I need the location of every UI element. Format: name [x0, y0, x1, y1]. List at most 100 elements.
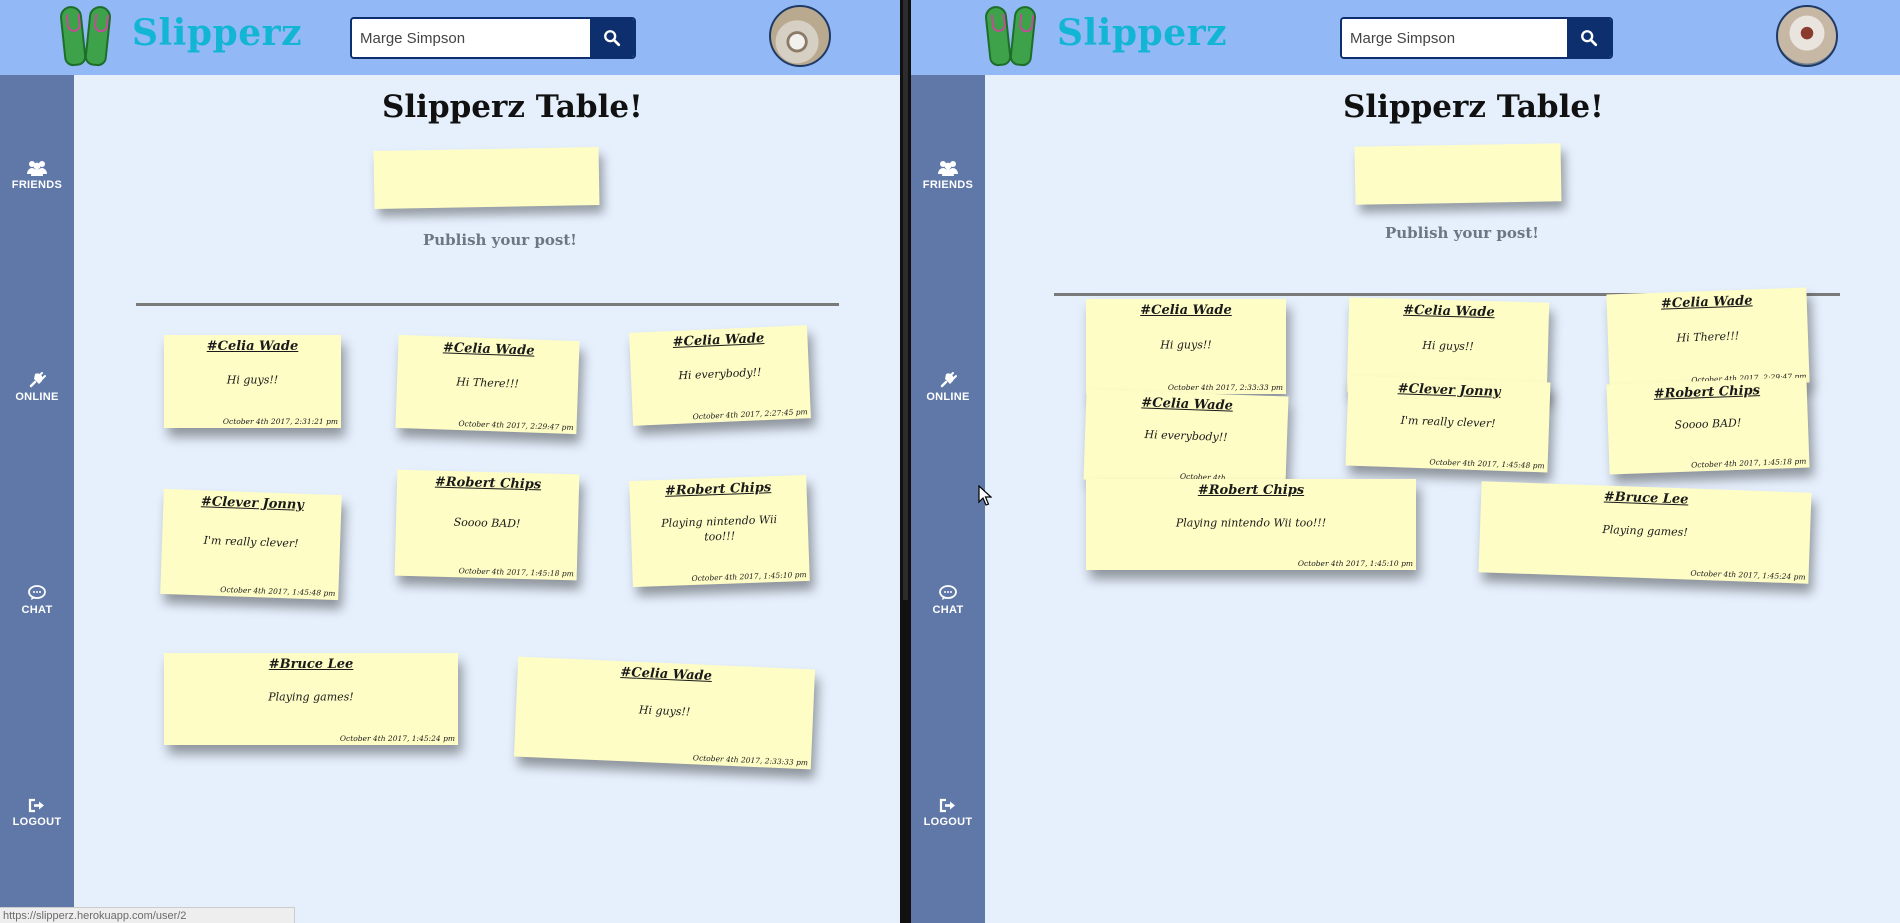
plug-icon	[940, 372, 957, 388]
note-author[interactable]: #Celia Wade	[1086, 394, 1288, 416]
note-message: Hi everybody!!	[1144, 428, 1228, 445]
search-icon	[604, 30, 621, 47]
chat-bubble-icon	[28, 585, 46, 600]
note-author[interactable]: #Robert Chips	[629, 479, 806, 500]
sticky-note[interactable]: #Robert Chips Playing nintendo Wii too!!…	[629, 474, 810, 588]
table-area: Slipperz Table! Publish your post! #Celi…	[985, 75, 1900, 923]
nav-chat[interactable]: CHAT	[0, 585, 74, 616]
divider-line	[136, 303, 839, 306]
sidebar: FRIENDS ONLINE CHAT LOGOUT	[911, 75, 985, 923]
note-author[interactable]: #Clever Jonny	[163, 493, 341, 514]
note-author[interactable]: #Bruce Lee	[1481, 485, 1811, 512]
note-message: I'm really clever!	[203, 534, 299, 551]
search-input[interactable]	[352, 19, 592, 57]
sticky-note[interactable]: #Celia Wade Hi everybody!! October 4th 2…	[629, 325, 811, 426]
sticky-note[interactable]: #Clever Jonny I'm really clever! October…	[160, 488, 342, 601]
note-author[interactable]: #Celia Wade	[1349, 301, 1549, 321]
note-message: Playing games!	[268, 690, 354, 704]
sign-out-icon	[28, 798, 44, 813]
user-avatar[interactable]	[1776, 5, 1838, 67]
nav-logout[interactable]: LOGOUT	[911, 798, 985, 828]
note-message: Hi guys!!	[1422, 338, 1474, 353]
search-input[interactable]	[1342, 19, 1571, 57]
note-message: Hi everybody!!	[678, 365, 762, 382]
note-message: Playing nintendo Wii too!!!	[1175, 516, 1327, 530]
app-name: Slipperz	[1057, 12, 1228, 54]
right-browser-pane: Slipperz FRIENDS ONLINE CHAT LOGOUT Slip	[911, 0, 1900, 923]
flip-flop-icon	[83, 5, 113, 67]
note-timestamp: October 4th 2017, 1:45:18 pm	[458, 566, 574, 579]
user-avatar[interactable]	[769, 5, 831, 67]
note-timestamp: October 4th 2017, 2:33:33 pm	[692, 753, 809, 768]
nav-chat[interactable]: CHAT	[911, 585, 985, 616]
nav-friends[interactable]: FRIENDS	[0, 160, 74, 191]
note-author[interactable]: #Bruce Lee	[164, 657, 458, 672]
sticky-note[interactable]: #Clever Jonny I'm really clever! October…	[1345, 375, 1551, 473]
note-author[interactable]: #Celia Wade	[1086, 303, 1286, 318]
sticky-note[interactable]: #Robert Chips Playing nintendo Wii too!!…	[1086, 479, 1416, 570]
search-box	[350, 17, 636, 59]
note-author[interactable]: #Celia Wade	[517, 661, 814, 689]
note-message: Hi guys!!	[1160, 338, 1212, 352]
sticky-note[interactable]: #Bruce Lee Playing games! October 4th 20…	[164, 653, 458, 745]
search-button[interactable]	[1567, 19, 1611, 57]
flip-flop-icon	[58, 5, 88, 67]
publish-post-button[interactable]: Publish your post!	[1385, 224, 1539, 242]
new-post-note[interactable]	[1354, 143, 1562, 205]
sidebar: FRIENDS ONLINE CHAT LOGOUT	[0, 75, 74, 923]
status-bar-url: https://slipperz.herokuapp.com/user/2	[0, 907, 295, 923]
search-button[interactable]	[590, 19, 634, 57]
flip-flop-icon	[1008, 5, 1038, 67]
nav-logout[interactable]: LOGOUT	[0, 798, 74, 828]
note-author[interactable]: #Celia Wade	[398, 339, 579, 360]
sticky-note[interactable]: #Celia Wade Hi guys!! October 4th 2017, …	[1086, 299, 1286, 394]
note-message: Hi There!!!	[1676, 329, 1740, 345]
note-message: Hi guys!!	[638, 703, 691, 719]
sticky-note[interactable]: #Celia Wade Hi guys!! October 4th 2017, …	[513, 656, 816, 770]
nav-friends[interactable]: FRIENDS	[911, 160, 985, 191]
note-author[interactable]: #Celia Wade	[164, 339, 341, 354]
note-author[interactable]: #Celia Wade	[629, 329, 807, 352]
note-message: Soooo BAD!	[1674, 416, 1742, 432]
app-name: Slipperz	[132, 12, 303, 54]
note-author[interactable]: #Robert Chips	[1086, 483, 1416, 498]
app-logo[interactable]: Slipperz	[58, 5, 302, 68]
search-icon	[1581, 30, 1598, 47]
table-area: Slipperz Table! Publish your post! #Celi…	[74, 75, 900, 923]
header-bar: Slipperz	[911, 0, 1900, 75]
nav-online[interactable]: ONLINE	[0, 372, 74, 403]
sticky-note[interactable]: #Celia Wade Hi There!!! October 4th 2017…	[395, 334, 580, 435]
scrollbar[interactable]	[903, 0, 908, 600]
note-author[interactable]: #Robert Chips	[397, 474, 579, 494]
note-author[interactable]: #Celia Wade	[1607, 292, 1807, 314]
note-timestamp: October 4th 2017, 1:45:18 pm	[1691, 456, 1807, 470]
left-browser-pane: Slipperz FRIENDS ONLINE CHAT LOGOUT Slip	[0, 0, 900, 923]
app-logo[interactable]: Slipperz	[983, 5, 1227, 68]
note-message: Playing nintendo Wii too!!!	[661, 512, 778, 544]
note-author[interactable]: #Robert Chips	[1607, 382, 1807, 404]
sticky-note[interactable]: #Celia Wade Hi guys!! October 4th 2017, …	[164, 335, 341, 428]
nav-label: ONLINE	[15, 391, 59, 403]
sticky-note[interactable]: #Robert Chips Soooo BAD! October 4th 201…	[394, 469, 580, 581]
chat-bubble-icon	[939, 585, 957, 600]
plug-icon	[29, 372, 46, 388]
nav-online[interactable]: ONLINE	[911, 372, 985, 403]
note-message: Playing games!	[1602, 522, 1688, 539]
note-author[interactable]: #Clever Jonny	[1348, 380, 1550, 402]
nav-label: CHAT	[932, 604, 964, 616]
nav-label: CHAT	[21, 604, 53, 616]
new-post-note[interactable]	[373, 147, 600, 209]
header-bar: Slipperz	[0, 0, 900, 75]
note-timestamp: October 4th 2017, 1:45:10 pm	[691, 569, 807, 584]
page-title: Slipperz Table!	[382, 89, 643, 125]
sticky-note[interactable]: #Robert Chips Soooo BAD! October 4th 201…	[1606, 377, 1810, 475]
sticky-note[interactable]: #Celia Wade Hi everybody!! October 4th	[1083, 389, 1289, 487]
nav-label: LOGOUT	[12, 816, 62, 828]
note-timestamp: October 4th 2017, 1:45:48 pm	[220, 584, 336, 598]
sticky-note[interactable]: #Bruce Lee Playing games! October 4th 20…	[1478, 481, 1812, 584]
sign-out-icon	[939, 798, 955, 813]
note-timestamp: October 4th 2017, 2:29:47 pm	[458, 419, 574, 433]
note-timestamp: October 4th 2017, 2:31:21 pm	[222, 417, 338, 426]
publish-post-button[interactable]: Publish your post!	[423, 231, 577, 249]
sticky-note[interactable]: #Celia Wade Hi There!!! October 4th 2017…	[1606, 287, 1810, 390]
